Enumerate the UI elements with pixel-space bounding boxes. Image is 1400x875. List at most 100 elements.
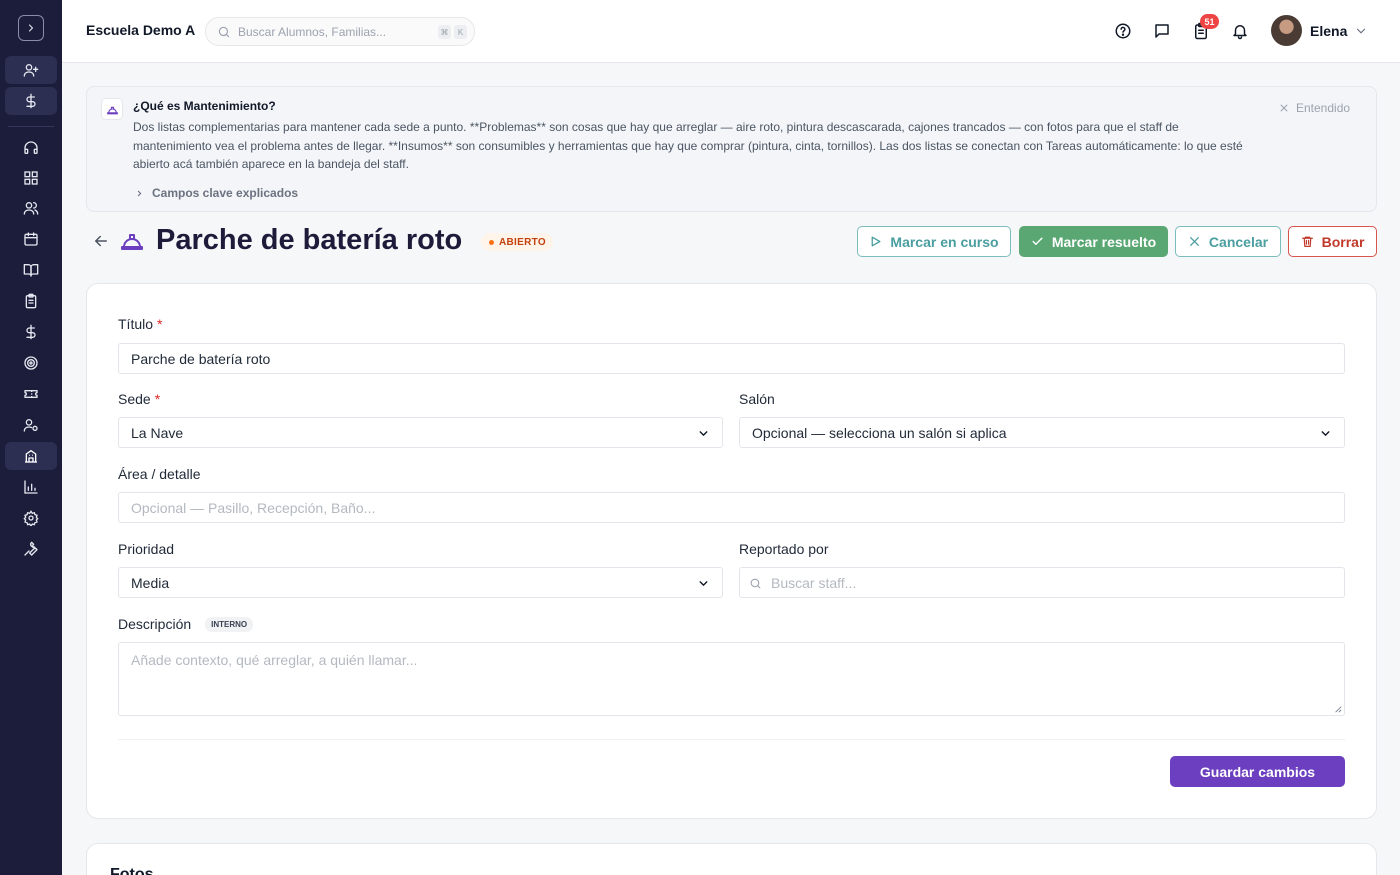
kbd-k: K	[454, 25, 467, 39]
message-square-icon	[1155, 24, 1169, 38]
site-label-text: Sede	[118, 391, 151, 407]
info-icon-box	[101, 98, 123, 120]
school-name: Escuela Demo A	[86, 22, 196, 38]
kbd-cmd: ⌘	[438, 25, 451, 39]
info-title: ¿Qué es Mantenimiento?	[133, 99, 276, 113]
sidebar-item-finance[interactable]	[5, 318, 57, 346]
room-label-text: Salón	[739, 391, 775, 407]
reporter-search-placeholder: Buscar staff...	[771, 575, 857, 591]
users-icon	[23, 202, 39, 215]
key-fields-toggle[interactable]: Campos clave explicados	[135, 186, 298, 200]
close-icon	[1189, 237, 1199, 246]
title-input[interactable]: Parche de batería roto	[118, 343, 1345, 374]
search-icon	[218, 26, 230, 38]
form-divider	[118, 739, 1345, 740]
dollar-icon	[26, 324, 36, 340]
chevron-down-icon	[699, 581, 708, 586]
ticket-icon	[24, 390, 38, 398]
back-arrow-icon[interactable]	[92, 232, 110, 250]
description-field-label: Descripción INTERNO	[118, 616, 254, 632]
chevron-down-icon	[1321, 431, 1330, 436]
wrench-icon	[24, 541, 38, 556]
sidebar-item-calendar[interactable]	[5, 225, 57, 253]
clipboard-icon	[25, 293, 37, 309]
hard-hat-icon	[121, 234, 143, 250]
cancel-button[interactable]: Cancelar	[1175, 226, 1281, 257]
sidebar-item-staff[interactable]	[5, 411, 57, 439]
sidebar-item-add-student[interactable]	[5, 56, 57, 84]
trash-icon	[1301, 236, 1313, 247]
title-field-label: Título *	[118, 316, 162, 332]
room-field-label: Salón	[739, 391, 775, 407]
area-input[interactable]: Opcional — Pasillo, Recepción, Baño...	[118, 492, 1345, 523]
save-changes-button[interactable]: Guardar cambios	[1170, 756, 1345, 787]
dismiss-button[interactable]: Entendido	[1279, 101, 1350, 115]
help-button[interactable]	[1113, 21, 1133, 41]
grid-icon	[24, 171, 38, 185]
cancel-label: Cancelar	[1208, 233, 1269, 250]
chevron-right-icon	[137, 190, 142, 196]
priority-select[interactable]: Media	[118, 567, 723, 598]
user-name[interactable]: Elena	[1310, 23, 1347, 39]
sidebar-item-payments[interactable]	[5, 87, 57, 115]
chevron-right-icon	[28, 24, 34, 32]
tasks-count-badge: 51	[1200, 14, 1219, 29]
sidebar-item-reports[interactable]	[5, 473, 57, 501]
title-input-value: Parche de batería roto	[131, 351, 271, 367]
sidebar-item-tasks[interactable]	[5, 287, 57, 315]
site-select[interactable]: La Nave	[118, 417, 723, 448]
messages-button[interactable]	[1152, 21, 1172, 41]
reporter-label-text: Reportado por	[739, 541, 829, 557]
key-fields-label: Campos clave explicados	[152, 186, 299, 200]
sidebar-item-tickets[interactable]	[5, 380, 57, 408]
target-icon	[24, 356, 38, 370]
headset-icon	[24, 141, 38, 154]
close-icon	[1280, 104, 1288, 112]
sidebar-item-maintenance[interactable]	[5, 442, 57, 470]
description-placeholder: Añade contexto, qué arreglar, a quién ll…	[131, 652, 418, 668]
info-body: Dos listas complementarias para mantener…	[133, 120, 1243, 171]
area-label-text: Área / detalle	[118, 466, 201, 482]
book-open-icon	[23, 264, 39, 277]
mark-resolved-button[interactable]: Marcar resuelto	[1019, 226, 1168, 257]
sidebar-item-settings[interactable]	[5, 504, 57, 532]
page-title: Parche de batería roto	[156, 224, 463, 256]
priority-select-value: Media	[131, 575, 170, 591]
avatar[interactable]	[1271, 15, 1302, 46]
description-label-text: Descripción	[118, 616, 192, 632]
area-field-label: Área / detalle	[118, 466, 201, 482]
sidebar-item-goals[interactable]	[5, 349, 57, 377]
sidebar-item-dashboard[interactable]	[5, 164, 57, 192]
internal-tag: INTERNO	[205, 616, 254, 632]
reporter-search[interactable]: Buscar staff...	[739, 567, 1345, 598]
required-mark: *	[154, 391, 161, 407]
sidebar-item-support[interactable]	[5, 134, 57, 162]
photos-card: Fotos	[86, 843, 1377, 875]
reporter-field-label: Reportado por	[739, 541, 829, 557]
play-icon	[872, 236, 881, 247]
mark-resolved-label: Marcar resuelto	[1051, 233, 1157, 250]
dismiss-label: Entendido	[1296, 101, 1351, 115]
sidebar-item-people[interactable]	[5, 194, 57, 222]
info-banner: ¿Qué es Mantenimiento? Dos listas comple…	[86, 86, 1377, 212]
dollar-icon	[26, 93, 36, 109]
photos-title: Fotos	[110, 866, 154, 875]
user-plus-icon	[23, 63, 39, 77]
chevron-down-icon[interactable]	[1354, 24, 1368, 38]
sidebar-item-courses[interactable]	[5, 256, 57, 284]
sidebar-item-tools[interactable]	[5, 535, 57, 563]
search-input[interactable]	[238, 23, 428, 41]
description-textarea[interactable]: Añade contexto, qué arreglar, a quién ll…	[118, 642, 1345, 716]
sidebar-toggle-button[interactable]	[18, 15, 44, 41]
delete-button[interactable]: Borrar	[1288, 226, 1377, 257]
priority-field-label: Prioridad	[118, 541, 174, 557]
hard-hat-icon	[106, 106, 118, 114]
priority-label-text: Prioridad	[118, 541, 175, 557]
mark-in-progress-button[interactable]: Marcar en curso	[857, 226, 1011, 257]
bar-chart-icon	[24, 480, 38, 494]
notifications-button[interactable]	[1230, 21, 1250, 41]
room-select[interactable]: Opcional — selecciona un salón si aplica	[739, 417, 1345, 448]
global-search[interactable]: ⌘ K	[205, 17, 475, 46]
sidebar-divider	[8, 126, 54, 127]
resize-handle-icon[interactable]	[1334, 705, 1342, 713]
